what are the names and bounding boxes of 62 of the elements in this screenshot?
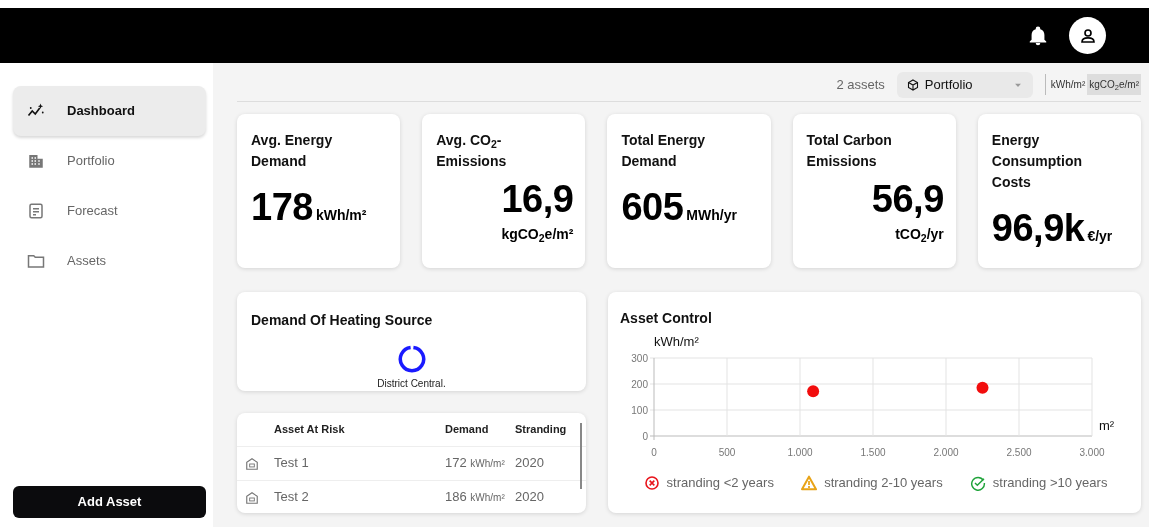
kpi-title: Total Carbon Emissions	[806, 131, 893, 171]
add-asset-button[interactable]: Add Asset	[13, 486, 206, 518]
unit-toggle[interactable]: kgCO$_{2}$e/m²	[1087, 74, 1141, 95]
user-icon	[1078, 26, 1097, 45]
kpi-unit: kWh/m²	[315, 206, 367, 225]
cube-icon	[906, 78, 919, 91]
card-title: Asset Control	[620, 309, 713, 328]
kpi-value: 178	[251, 188, 313, 226]
kpi-value: 56,9	[871, 180, 944, 218]
table-cell: Test 2	[273, 480, 444, 513]
kpi-value: 16,9	[501, 180, 574, 218]
y-tick-label: 0	[642, 431, 648, 442]
sidebar-item[interactable]: Assets	[13, 236, 206, 286]
sidebar-item[interactable]: Dashboard	[13, 86, 206, 136]
column-header: Demand	[444, 413, 514, 446]
notification-bell-icon[interactable]	[1027, 24, 1049, 47]
scope-select[interactable]: Portfolio	[896, 71, 1033, 98]
sidebar-item[interactable]: Forecast	[13, 186, 206, 236]
data-point	[807, 385, 820, 398]
x-tick-label: 0	[651, 447, 657, 458]
legend-label: stranding >10 years	[992, 474, 1108, 492]
column-header: Asset At Risk	[273, 413, 444, 446]
legend-label: stranding <2 years	[666, 474, 774, 492]
x-tick-label: 3.000	[1079, 447, 1105, 458]
x-tick-label: 2.000	[933, 447, 959, 458]
x-tick-label: 2.500	[1006, 447, 1032, 458]
house-icon	[245, 456, 259, 471]
data-point	[976, 381, 989, 394]
ring-chart-drawing	[397, 345, 426, 373]
table-cell: 186 kWh/m²	[444, 480, 514, 513]
x-tick-label: 500	[718, 447, 736, 458]
kpi-unit: tCO$_{2}$/yr	[895, 225, 944, 245]
legend-label: stranding 2-10 years	[824, 474, 943, 492]
folder-icon	[27, 252, 45, 270]
sidebar-item[interactable]: Portfolio	[13, 136, 206, 186]
kpi-unit: €/yr	[1087, 227, 1113, 246]
kpi-title: Avg. CO$_{2}$-Emissions	[436, 131, 508, 171]
kpi-value: 605	[621, 188, 684, 226]
x-tick-label: 1.500	[860, 447, 886, 458]
x-axis-label: m²	[1099, 418, 1115, 433]
x-tick-label: 1.000	[787, 447, 813, 458]
kpi-unit: MWh/yr	[686, 206, 737, 225]
kpi-unit: kgCO$_{2}$e/m²	[501, 225, 574, 245]
kpi-title: Total Energy Demand	[621, 131, 707, 171]
y-tick-label: 100	[631, 405, 648, 416]
asset-count: 2 assets	[836, 75, 885, 94]
legend-label: District Central.	[377, 377, 446, 391]
house-icon	[245, 490, 259, 505]
user-avatar[interactable]	[1069, 17, 1106, 54]
table-cell: Test 1	[273, 446, 444, 480]
y-axis-label: kWh/m²	[654, 334, 699, 349]
scrollbar[interactable]	[580, 423, 582, 489]
y-tick-label: 300	[631, 353, 648, 364]
building-icon	[27, 152, 45, 170]
unit-toggle[interactable]: kWh/m²	[1048, 74, 1088, 95]
document-icon	[27, 202, 45, 220]
kpi-title: Avg. Energy Demand	[251, 131, 334, 171]
kpi-title: Energy Consumption Costs	[991, 131, 1084, 192]
kpi-value: 96,9k	[991, 209, 1085, 247]
table-cell: 172 kWh/m²	[444, 446, 514, 480]
card-title: Demand Of Heating Source	[251, 311, 433, 330]
y-tick-label: 200	[631, 379, 648, 390]
